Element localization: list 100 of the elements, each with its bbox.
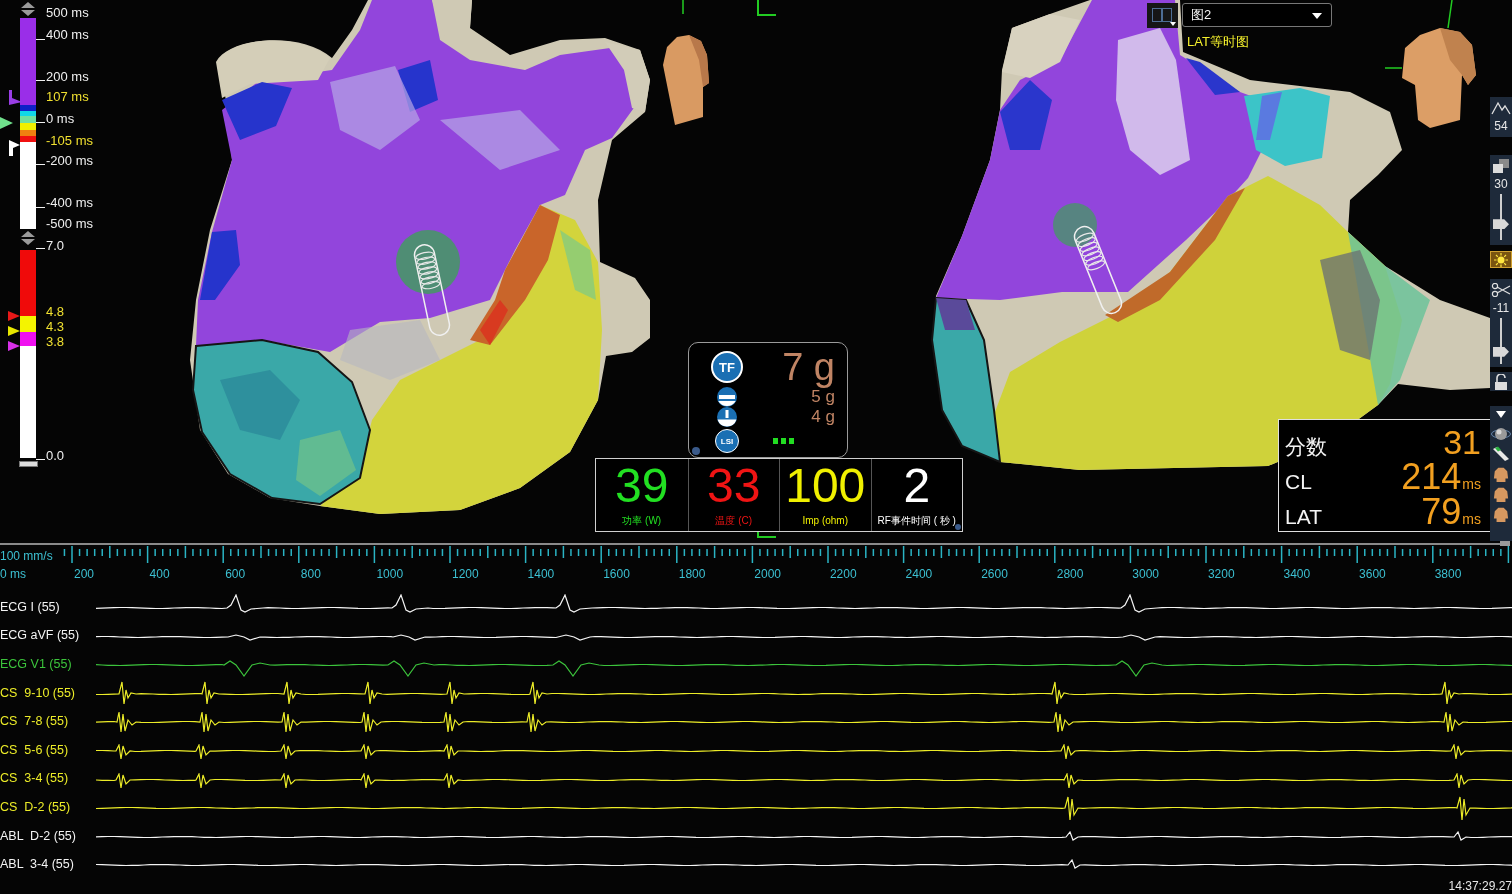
- channel-label: CS 3-4 (55): [0, 771, 69, 787]
- split-view-icon: [1152, 8, 1172, 22]
- square-dots-icon: [773, 438, 794, 444]
- map-dropdown[interactable]: 图2: [1182, 3, 1332, 27]
- lsi-logo: LSI: [715, 429, 739, 453]
- channel-label: ECG V1 (55): [0, 657, 72, 672]
- scale-label: 107 ms: [46, 89, 89, 105]
- ruler-label: 200: [74, 567, 95, 581]
- channel-label: CS 9-10 (55): [0, 685, 76, 701]
- ruler-label: 2400: [905, 567, 933, 581]
- timestamp: 14:37:29.27: [1448, 879, 1512, 894]
- scale-label: 3.8: [46, 334, 65, 350]
- ruler-label: 2800: [1056, 567, 1084, 581]
- stat-value: 2: [903, 461, 931, 511]
- scale-label: 0 ms: [46, 111, 75, 127]
- catheter-icon[interactable]: [1491, 446, 1511, 462]
- score-value: 79: [1421, 494, 1462, 530]
- score-value: 214: [1401, 459, 1462, 495]
- ruler-label: 2600: [981, 567, 1008, 581]
- torso-icon[interactable]: [1491, 486, 1511, 502]
- ruler-label: 1600: [603, 567, 630, 581]
- caret-icon[interactable]: [1496, 411, 1506, 418]
- flag-marker-icon[interactable]: [9, 90, 22, 105]
- score-label: 分数: [1285, 434, 1327, 460]
- range-arrows-icon[interactable]: [20, 231, 36, 245]
- ruler-label: 400: [149, 567, 170, 581]
- scale-label: 400 ms: [46, 27, 89, 43]
- stat-label: Imp (ohm): [802, 515, 849, 527]
- torso-icon[interactable]: [1491, 506, 1511, 522]
- tool-value: -11: [1492, 300, 1510, 316]
- layout-button[interactable]: [1147, 3, 1178, 28]
- bar-disc-icon: [717, 387, 737, 407]
- scale-label: 7.0: [46, 238, 65, 254]
- force-value: 5 g: [811, 387, 835, 407]
- scissors-icon[interactable]: [1491, 283, 1511, 297]
- channel-label: CS D-2 (55): [0, 799, 71, 815]
- tool-value: 54: [1494, 118, 1508, 134]
- stat-label: 功率 (W): [622, 515, 662, 527]
- channel-label: ECG aVF (55): [0, 628, 80, 644]
- corner-dot-icon[interactable]: [692, 447, 700, 455]
- ruler-label: 1800: [678, 567, 706, 581]
- channel-label: ABL 3-4 (55): [0, 857, 74, 873]
- triangle-marker-icon[interactable]: [8, 326, 20, 336]
- slider-thumb[interactable]: [1493, 346, 1509, 357]
- score-label: LAT: [1285, 505, 1322, 529]
- tool-value: 30: [1494, 176, 1508, 192]
- light-button[interactable]: [1490, 251, 1512, 268]
- map-type-label: LAT等时图: [1187, 34, 1249, 50]
- padlock-icon[interactable]: [1494, 373, 1508, 390]
- ruler-label: 3000: [1132, 567, 1159, 581]
- ruler-label: 3200: [1207, 567, 1235, 581]
- stat-value: 100: [785, 461, 866, 511]
- triangle-marker-icon[interactable]: [8, 311, 20, 321]
- force-value: 4 g: [811, 407, 835, 427]
- scale-label: 200 ms: [46, 69, 89, 85]
- scale-label: 4.3: [46, 319, 65, 335]
- ruler-label: 3600: [1359, 567, 1386, 581]
- triangle-marker-icon[interactable]: [8, 341, 20, 351]
- peak-icon[interactable]: [1491, 101, 1511, 115]
- ruler-label: 2000: [754, 567, 782, 581]
- slider-handle-icon[interactable]: [19, 461, 38, 467]
- ruler-label: 3400: [1283, 567, 1311, 581]
- sphere-icon[interactable]: [1491, 426, 1511, 442]
- splitter-handle[interactable]: [1500, 541, 1510, 546]
- stat-label: 温度 (C): [715, 515, 753, 527]
- speed-label: 100 mm/s: [0, 549, 53, 563]
- ruler-label: 1200: [451, 567, 479, 581]
- corner-dot-icon[interactable]: [955, 524, 961, 530]
- ruler-label: 0 ms: [0, 567, 26, 581]
- unit-label: ms: [1462, 476, 1481, 492]
- channel-label: ABL D-2 (55): [0, 828, 76, 844]
- stat-label: RF事件时间 ( 秒 ): [877, 515, 956, 527]
- stat-value: 33: [707, 461, 761, 511]
- caret-icon: [1170, 22, 1176, 26]
- scale-label: -200 ms: [46, 153, 93, 169]
- ruler-label: 2200: [829, 567, 857, 581]
- stat-value: 39: [615, 461, 669, 511]
- scale-label: -400 ms: [46, 195, 93, 211]
- scale-label: 0.0: [46, 448, 65, 464]
- channel-label: CS 7-8 (55): [0, 714, 69, 730]
- scale-label: -105 ms: [46, 133, 93, 149]
- tf-logo: TF: [711, 351, 743, 383]
- scale-label: -500 ms: [46, 216, 93, 232]
- ruler-label: 800: [300, 567, 321, 581]
- scale-label: 4.8: [46, 304, 65, 320]
- channel-label: ECG I (55): [0, 599, 60, 615]
- overlapping-squares-icon[interactable]: [1493, 159, 1509, 173]
- unit-label: ms: [1462, 511, 1481, 527]
- triangle-marker-icon[interactable]: [0, 117, 13, 129]
- caret-icon: [1312, 13, 1322, 19]
- torso-icon[interactable]: [1491, 466, 1511, 482]
- slider-thumb[interactable]: [1493, 219, 1509, 230]
- score-label: CL: [1285, 470, 1312, 494]
- channel-label: CS 5-6 (55): [0, 742, 69, 758]
- scale-label: 500 ms: [46, 5, 89, 21]
- ruler-label: 1000: [376, 567, 404, 581]
- ruler-label: 600: [225, 567, 246, 581]
- ruler-label: 3800: [1434, 567, 1462, 581]
- score-value: 31: [1443, 424, 1481, 460]
- range-arrows-icon[interactable]: [20, 2, 36, 16]
